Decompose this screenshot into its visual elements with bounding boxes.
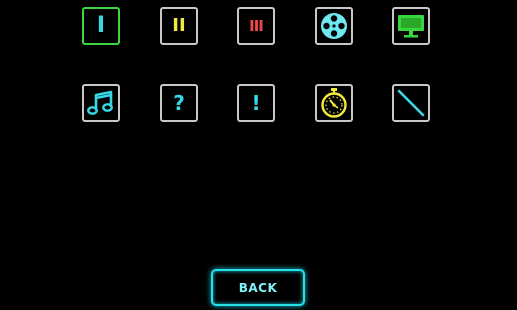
info-button[interactable]: ! xyxy=(237,84,275,122)
roman-numeral-two-icon: II xyxy=(172,15,186,36)
monitor-icon xyxy=(398,15,424,38)
video-button[interactable] xyxy=(392,7,430,45)
back-button[interactable]: BACK xyxy=(211,269,305,306)
effect-button[interactable] xyxy=(392,84,430,122)
music-note-icon xyxy=(87,90,113,115)
level-two-button[interactable]: II xyxy=(160,7,198,45)
level-three-button[interactable]: III xyxy=(237,7,275,45)
back-button-label: BACK xyxy=(238,280,278,295)
stopwatch-icon xyxy=(321,88,347,118)
question-mark-icon: ? xyxy=(173,91,185,115)
roman-numeral-one-icon: I xyxy=(96,13,106,38)
roman-numeral-three-icon: III xyxy=(249,16,264,35)
level-one-button[interactable]: I xyxy=(82,7,120,45)
timer-button[interactable] xyxy=(315,84,353,122)
music-button[interactable] xyxy=(82,84,120,122)
exclamation-mark-icon: ! xyxy=(251,91,261,115)
help-button[interactable]: ? xyxy=(160,84,198,122)
film-button[interactable] xyxy=(315,7,353,45)
film-reel-icon xyxy=(321,13,347,39)
diagonal-line-icon xyxy=(397,89,425,117)
